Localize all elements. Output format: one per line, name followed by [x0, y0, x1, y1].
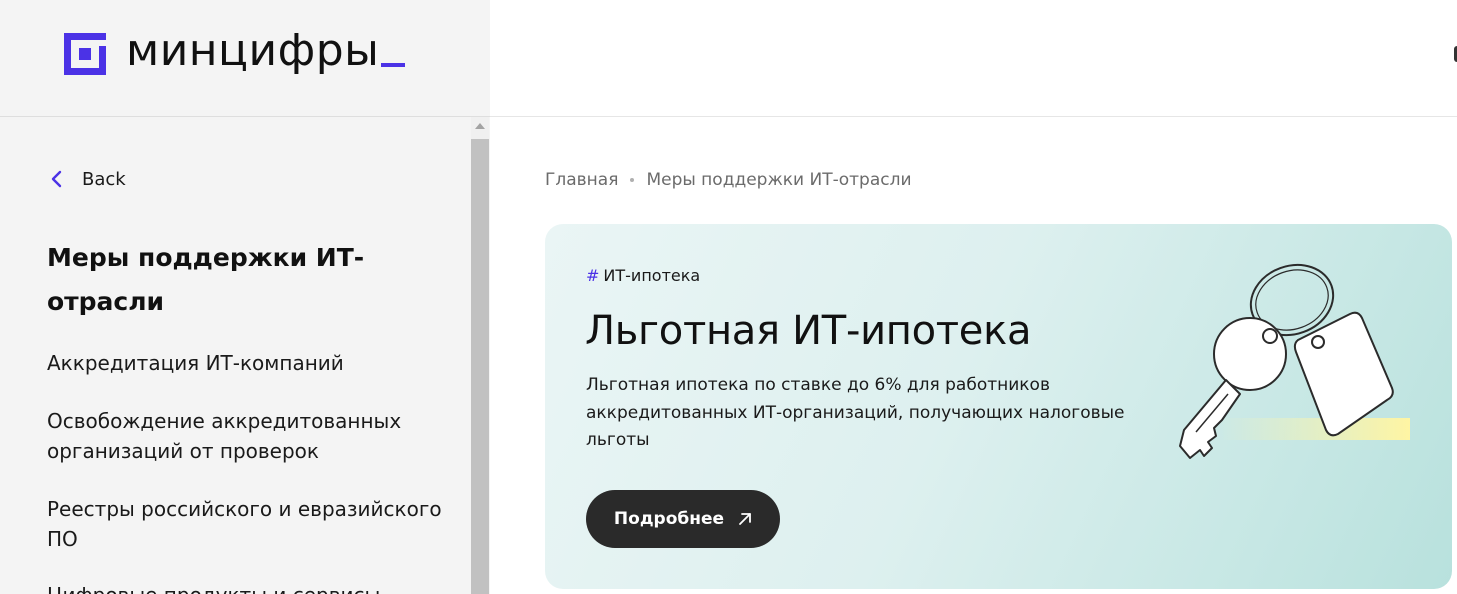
back-label: Back [82, 168, 126, 190]
logo-icon [64, 33, 106, 75]
logo[interactable]: минцифры [64, 27, 406, 75]
sidebar-item-accreditation[interactable]: Аккредитация ИТ-компаний [47, 348, 447, 378]
sidebar-section-title: Меры поддержки ИТ-отрасли [47, 243, 365, 316]
promo-card: # ИТ-ипотека Льготная ИТ-ипотека Льготная… [545, 224, 1452, 589]
logo-text: минцифры [126, 27, 406, 75]
sidebar-item-software-registries[interactable]: Реестры российского и евразийского ПО [47, 494, 447, 554]
breadcrumb: Главная Меры поддержки ИТ-отрасли [545, 170, 912, 190]
hash-icon: # [586, 266, 600, 285]
sidebar-item-inspection-exemption[interactable]: Освобождение аккредитованных организаций… [47, 406, 447, 466]
keys-icon [1179, 263, 1410, 459]
scroll-up-icon[interactable] [475, 123, 485, 129]
arrow-up-right-icon [739, 513, 751, 525]
more-button[interactable]: Подробнее [586, 490, 780, 548]
chevron-left-icon [51, 170, 62, 188]
sidebar-scrollbar[interactable] [471, 117, 489, 594]
breadcrumb-current[interactable]: Меры поддержки ИТ-отрасли [646, 170, 911, 190]
breadcrumb-home[interactable]: Главная [545, 170, 618, 190]
promo-tag[interactable]: # ИТ-ипотека [586, 266, 700, 285]
back-button[interactable]: Back [48, 166, 126, 192]
sidebar: минцифры Back Меры поддержки ИТ-отрасли … [0, 0, 490, 594]
more-button-label: Подробнее [613, 509, 725, 529]
breadcrumb-separator [630, 178, 635, 182]
promo-title: Льготная ИТ-ипотека [585, 308, 1032, 354]
scrollbar-thumb[interactable] [471, 139, 489, 594]
promo-description: Льготная ипотека по ставке до 6% для раб… [586, 375, 1125, 450]
top-bar [490, 0, 1457, 117]
sidebar-header: минцифры [0, 0, 490, 117]
sidebar-item-digital-products[interactable]: Цифровые продукты и сервисы [47, 580, 447, 594]
